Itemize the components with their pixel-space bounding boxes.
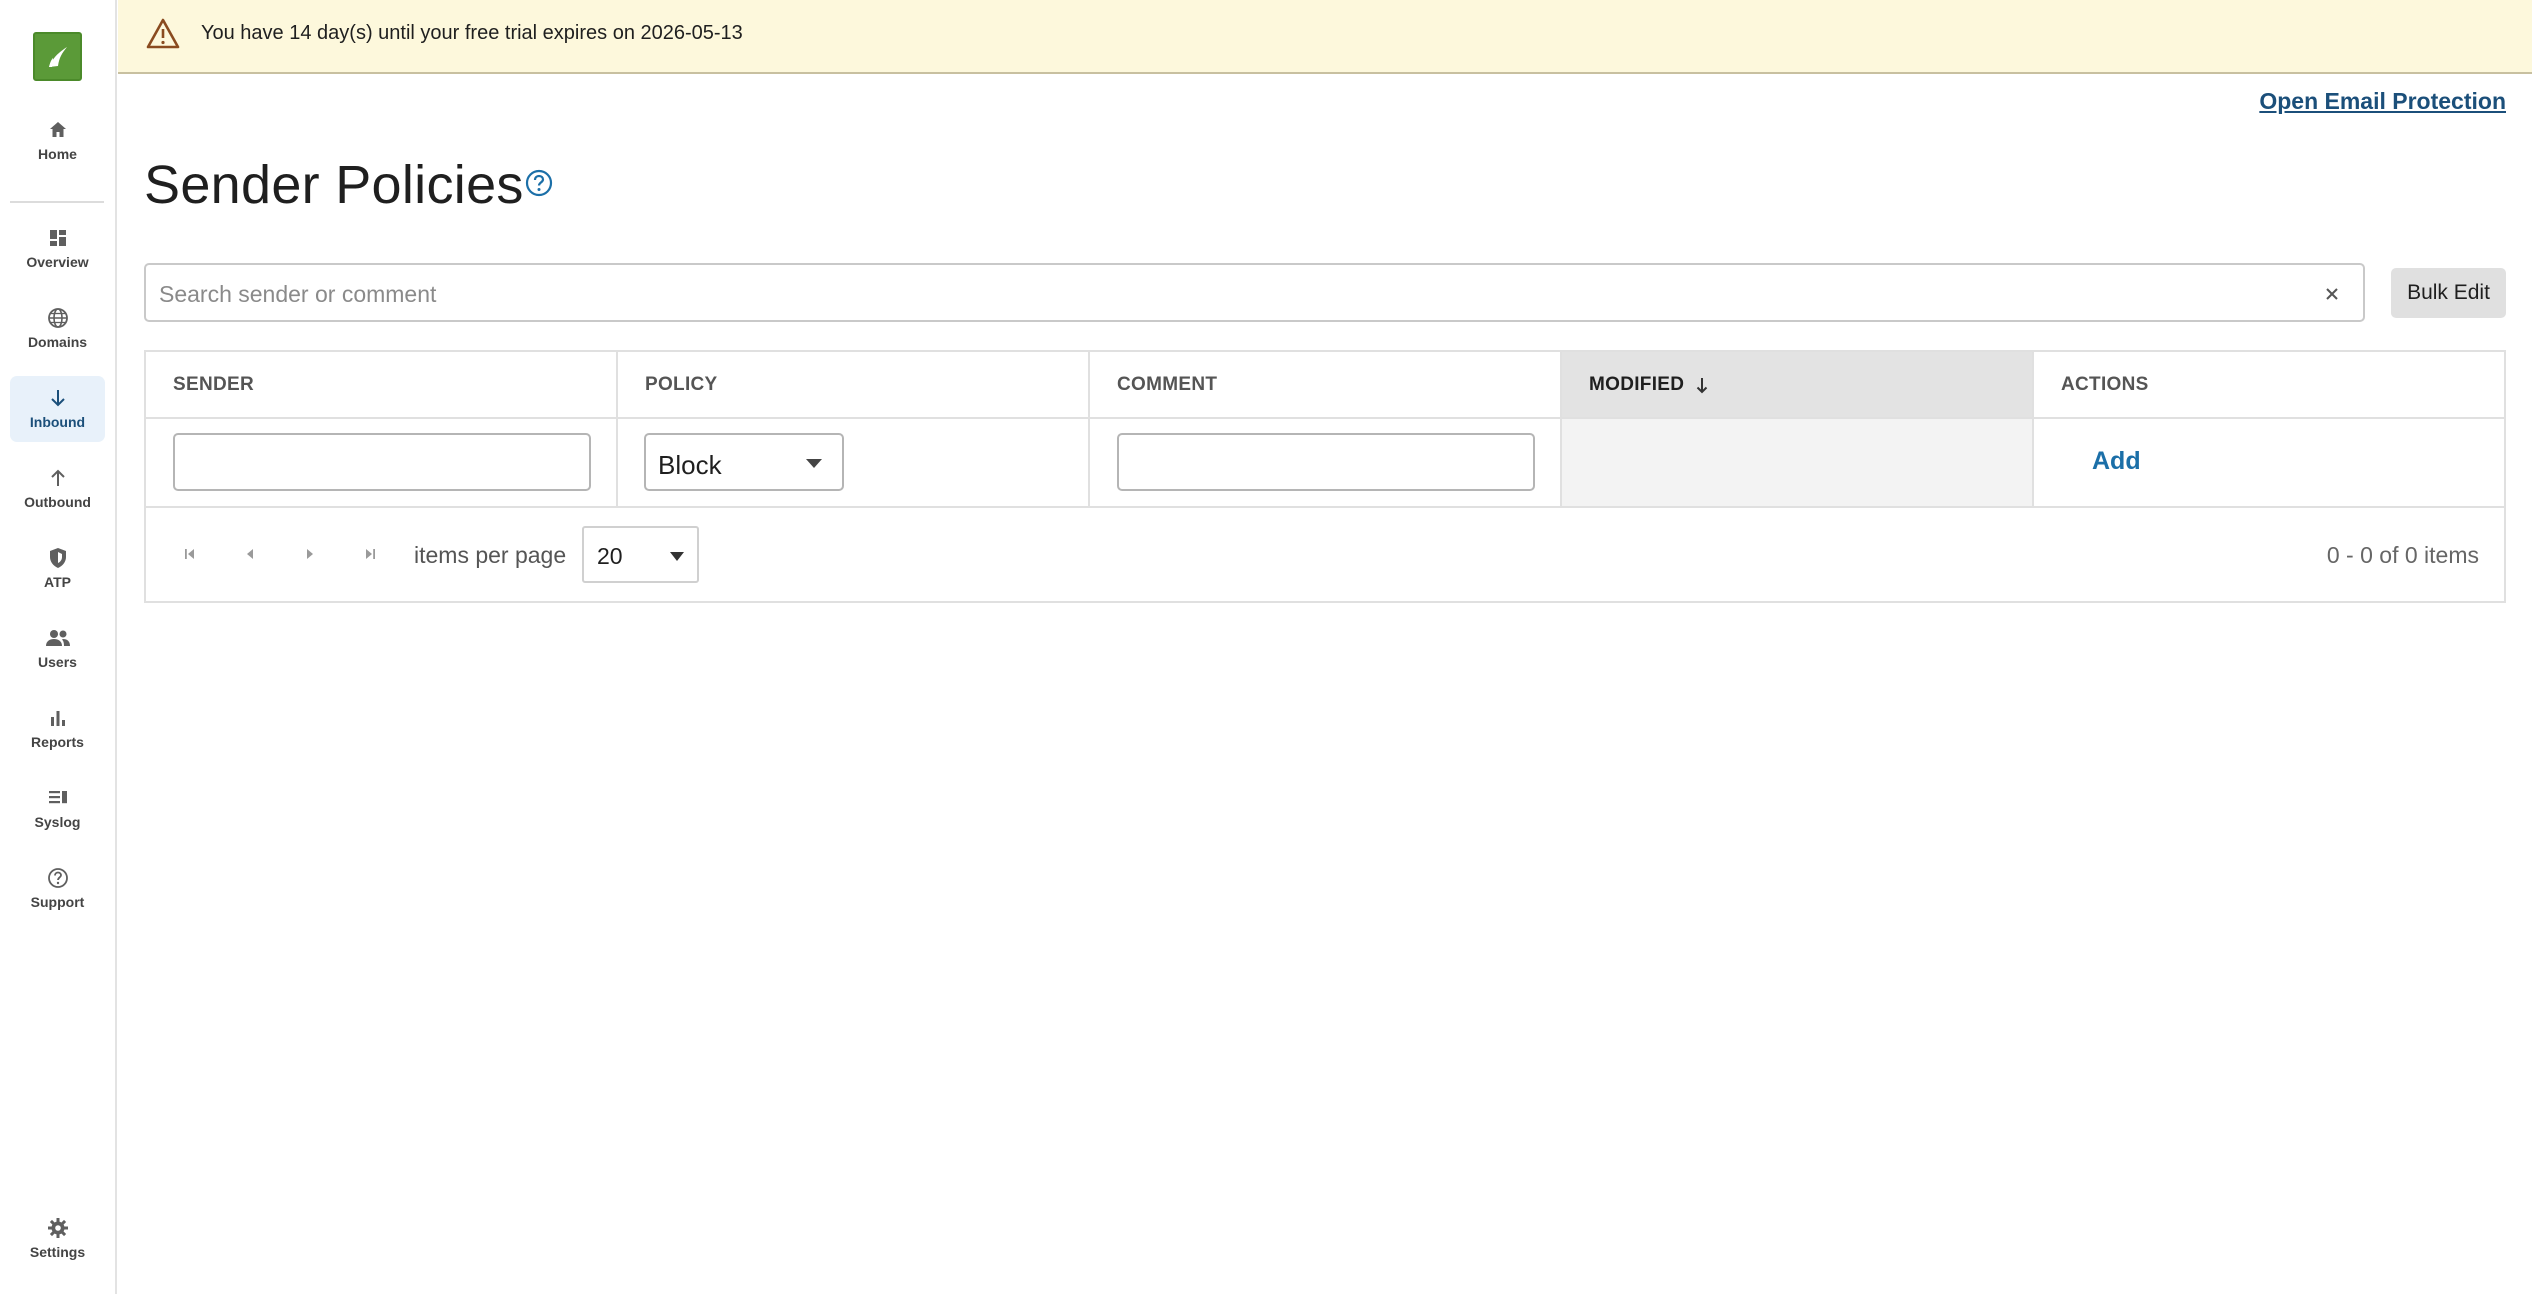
sidebar-item-outbound[interactable]: Outbound — [10, 456, 105, 522]
previous-page-icon[interactable] — [239, 543, 261, 565]
next-page-icon[interactable] — [299, 543, 321, 565]
column-label: COMMENT — [1117, 373, 1218, 395]
column-header-comment[interactable]: COMMENT — [1090, 352, 1562, 417]
sender-input[interactable] — [173, 433, 591, 491]
dashboard-icon — [45, 225, 71, 251]
sidebar-item-users[interactable]: Users — [10, 616, 105, 682]
sidebar-item-domains[interactable]: Domains — [10, 296, 105, 362]
sidebar-item-label: Support — [30, 894, 85, 910]
sidebar-item-label: Settings — [29, 1244, 86, 1260]
modified-cell — [1562, 419, 2034, 506]
trial-banner: You have 14 day(s) until your free trial… — [118, 0, 2532, 74]
column-header-sender[interactable]: SENDER — [146, 352, 618, 417]
table-row: Block Add — [146, 419, 2504, 508]
add-button[interactable]: Add — [2092, 447, 2141, 476]
globe-icon — [45, 305, 71, 331]
first-page-icon[interactable] — [179, 543, 201, 565]
sidebar-item-label: Home — [38, 146, 77, 162]
help-circle-icon — [45, 865, 71, 891]
comment-input[interactable] — [1117, 433, 1535, 491]
chevron-down-icon — [806, 459, 822, 468]
sidebar: Home Overview Domains Inbound Outbound A… — [0, 0, 117, 1294]
pagination-info: 0 - 0 of 0 items — [2326, 542, 2479, 568]
shield-icon — [45, 545, 71, 571]
sidebar-item-reports[interactable]: Reports — [10, 696, 105, 762]
last-page-icon[interactable] — [359, 543, 381, 565]
table-header: SENDER POLICY COMMENT MODIFIED ACTIONS — [146, 352, 2504, 419]
arrow-down-icon — [45, 385, 71, 411]
close-icon[interactable] — [2321, 283, 2343, 305]
column-label: POLICY — [645, 373, 718, 395]
items-per-page-value: 20 — [597, 543, 623, 569]
sender-cell — [146, 419, 618, 506]
users-icon — [45, 625, 71, 651]
gear-icon — [45, 1215, 71, 1241]
column-header-modified[interactable]: MODIFIED — [1562, 352, 2034, 417]
home-icon — [45, 117, 71, 143]
sender-policies-table: SENDER POLICY COMMENT MODIFIED ACTIONS B… — [144, 350, 2506, 603]
sidebar-divider — [10, 201, 104, 203]
sidebar-item-label: Inbound — [29, 414, 86, 430]
items-per-page-select[interactable]: 20 — [582, 526, 699, 583]
sidebar-item-home[interactable]: Home — [10, 108, 105, 174]
sidebar-item-label: Syslog — [34, 814, 81, 830]
open-email-protection-link[interactable]: Open Email Protection — [2259, 88, 2506, 115]
pagination: items per page 20 0 - 0 of 0 items — [146, 508, 2504, 601]
column-header-actions: ACTIONS — [2034, 352, 2504, 417]
help-icon[interactable] — [524, 168, 554, 198]
actions-cell: Add — [2034, 419, 2504, 506]
column-label: MODIFIED — [1589, 373, 1685, 395]
search-input[interactable]: Search sender or comment — [144, 263, 2365, 322]
chevron-down-icon — [670, 552, 684, 561]
sidebar-item-label: Overview — [26, 254, 89, 270]
policy-select-value: Block — [658, 450, 722, 480]
sidebar-item-overview[interactable]: Overview — [10, 216, 105, 282]
items-per-page-label: items per page — [414, 542, 567, 568]
sort-descending-icon — [1697, 377, 1708, 393]
sidebar-item-label: Outbound — [24, 494, 91, 510]
barracuda-logo-icon — [48, 46, 67, 67]
trial-banner-message: You have 14 day(s) until your free trial… — [201, 22, 743, 44]
sidebar-item-inbound[interactable]: Inbound — [10, 376, 105, 442]
bar-chart-icon — [45, 705, 71, 731]
sidebar-item-label: Domains — [27, 334, 88, 350]
policy-cell: Block — [618, 419, 1090, 506]
arrow-up-icon — [45, 465, 71, 491]
column-label: SENDER — [173, 373, 254, 395]
sidebar-item-atp[interactable]: ATP — [10, 536, 105, 602]
bulk-edit-button[interactable]: Bulk Edit — [2391, 268, 2506, 318]
comment-cell — [1090, 419, 1562, 506]
page-title: Sender Policies — [144, 155, 524, 215]
search-placeholder: Search sender or comment — [159, 281, 437, 307]
sidebar-item-settings[interactable]: Settings — [10, 1206, 105, 1272]
sidebar-item-label: ATP — [44, 574, 71, 590]
sidebar-item-support[interactable]: Support — [10, 856, 105, 922]
sidebar-item-syslog[interactable]: Syslog — [10, 776, 105, 842]
column-header-policy[interactable]: POLICY — [618, 352, 1090, 417]
list-icon — [45, 785, 71, 811]
policy-select[interactable]: Block — [644, 433, 844, 491]
warning-icon — [146, 18, 180, 49]
sidebar-item-label: Reports — [31, 734, 84, 750]
logo[interactable] — [33, 32, 82, 81]
column-label: ACTIONS — [2061, 373, 2149, 395]
sidebar-item-label: Users — [38, 654, 77, 670]
